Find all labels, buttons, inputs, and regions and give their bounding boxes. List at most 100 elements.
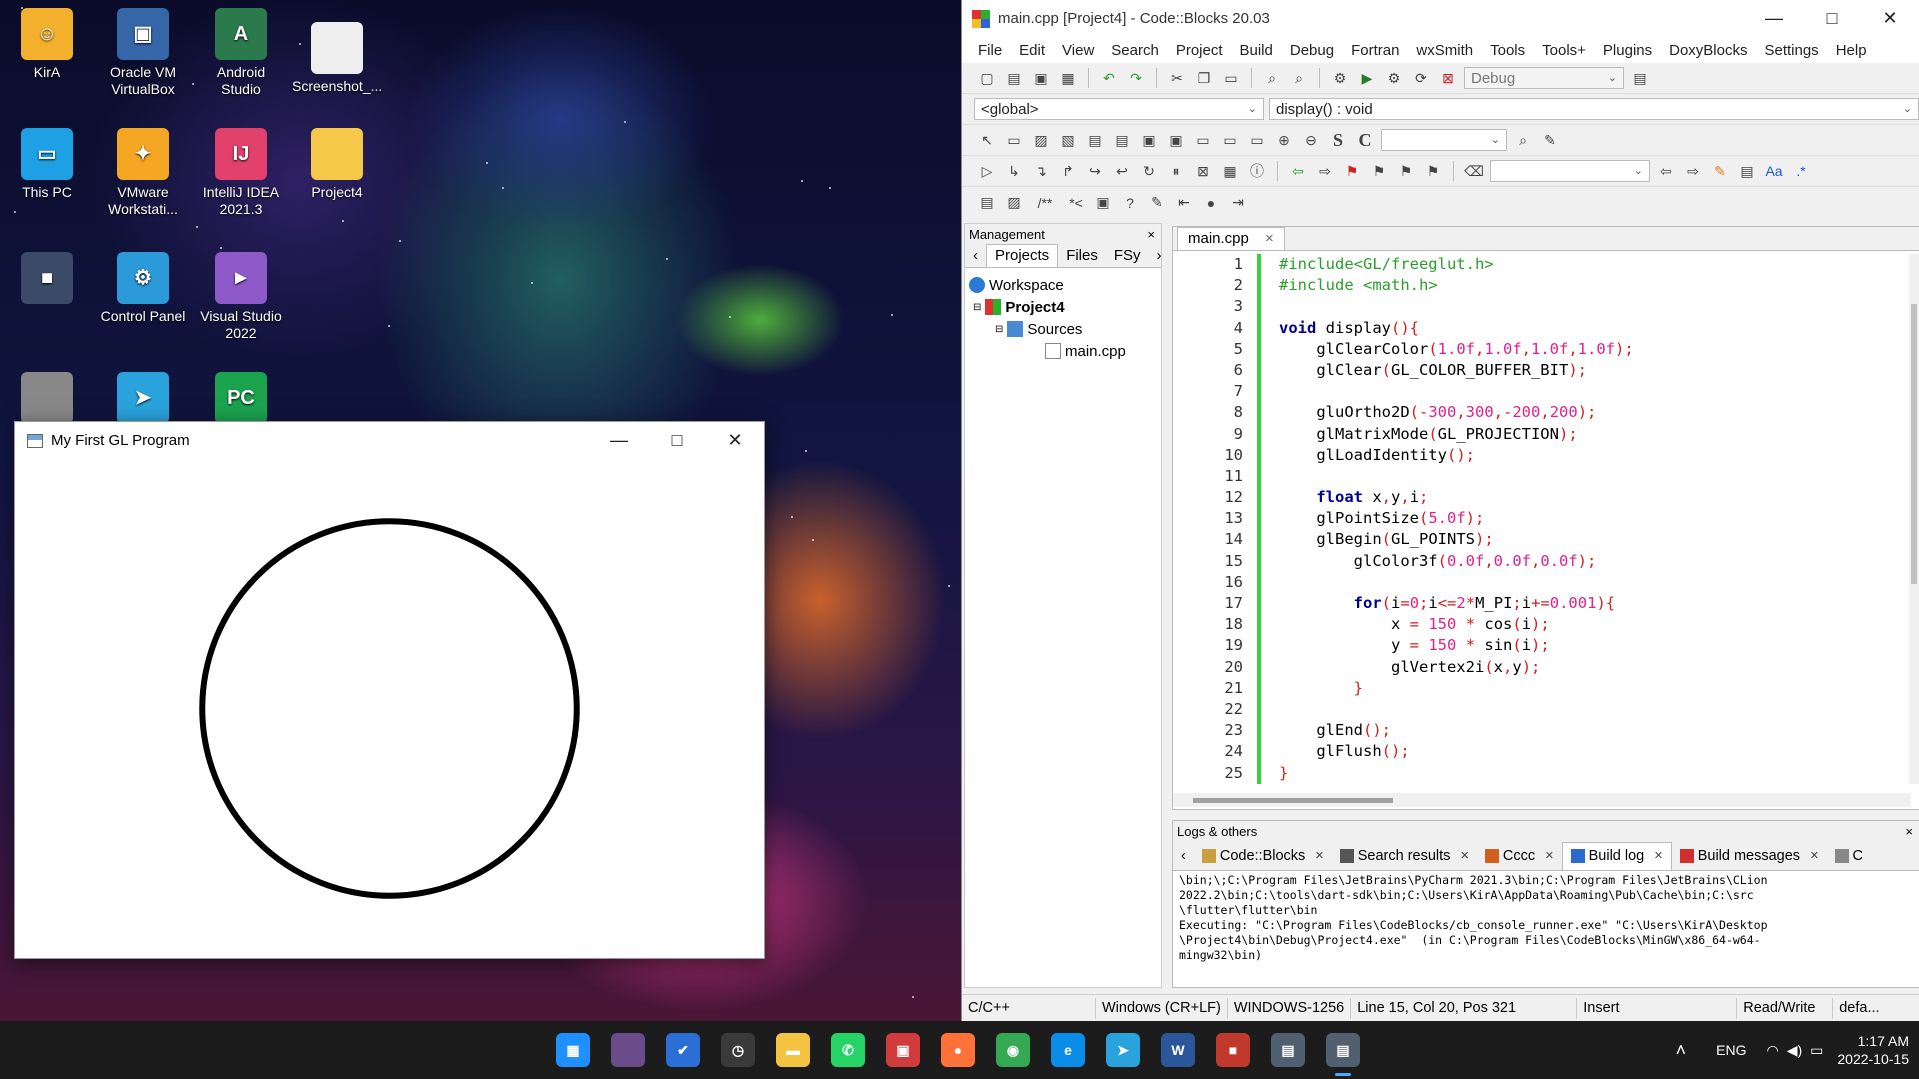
settings-wrench-icon[interactable]: ✎ <box>1539 129 1561 151</box>
language-indicator[interactable]: ENG <box>1700 1042 1762 1058</box>
bookmark-clear-icon[interactable]: ⚑ <box>1422 160 1444 182</box>
menu-item-edit[interactable]: Edit <box>1011 42 1054 59</box>
zoom-in-icon[interactable]: ⊕ <box>1273 129 1295 151</box>
find-prev-icon[interactable]: ⇦ <box>1655 160 1677 182</box>
fold-margin[interactable] <box>1261 593 1279 614</box>
desktop-icon[interactable]: ► Visual Studio 2022 <box>196 252 286 342</box>
menu-item-doxyblocks[interactable]: DoxyBlocks <box>1661 42 1756 59</box>
copy-icon[interactable]: ❐ <box>1193 67 1215 89</box>
step-icon[interactable]: ↳ <box>1003 160 1025 182</box>
code-line[interactable]: 2 #include <math.h> <box>1173 275 1911 297</box>
code-line[interactable]: 22 <box>1173 698 1911 721</box>
code-line[interactable]: 11 <box>1173 465 1911 488</box>
stop-icon[interactable]: ⊠ <box>1192 160 1214 182</box>
fold-margin[interactable] <box>1261 763 1279 784</box>
desktop-icon[interactable]: ▣ Oracle VM VirtualBox <box>98 8 188 98</box>
block-comment-icon[interactable]: /** <box>1030 192 1060 214</box>
fold-margin[interactable] <box>1261 402 1279 423</box>
collapse-icon[interactable]: ⊟ <box>973 302 981 313</box>
code-line[interactable]: 19 y = 150 * sin(i); <box>1173 635 1911 657</box>
find-icon[interactable]: ⌕ <box>1261 67 1283 89</box>
code-line[interactable]: 1 #include<GL/freeglut.h> <box>1173 254 1911 276</box>
close-icon[interactable]: × <box>1810 848 1818 864</box>
desktop-icon[interactable]: Project4 <box>292 128 382 201</box>
window-app-icon[interactable]: ▤ <box>1271 1033 1305 1067</box>
menu-item-search[interactable]: Search <box>1103 42 1168 59</box>
step-out-icon[interactable]: ↱ <box>1057 160 1079 182</box>
close-icon[interactable]: × <box>1147 227 1155 242</box>
layout2-icon[interactable]: ▧ <box>1057 129 1079 151</box>
fold-margin[interactable] <box>1261 381 1279 402</box>
clock-app-icon[interactable]: ◷ <box>721 1033 755 1067</box>
panel-icon[interactable]: ▤ <box>1084 129 1106 151</box>
menu-item-fortran[interactable]: Fortran <box>1343 42 1408 59</box>
panel3-icon[interactable]: ▣ <box>1138 129 1160 151</box>
log-tab[interactable]: Build messages × <box>1672 842 1827 870</box>
code-area[interactable]: 1 #include<GL/freeglut.h> 2 #include <math.… <box>1173 254 1911 784</box>
fold-margin[interactable] <box>1261 614 1279 635</box>
tree-workspace[interactable]: Workspace <box>969 274 1157 296</box>
back-arrow-icon[interactable]: ⇦ <box>1287 160 1309 182</box>
fold-margin[interactable] <box>1261 487 1279 508</box>
code-line[interactable]: 23 glEnd(); <box>1173 720 1911 742</box>
fold-margin[interactable] <box>1261 529 1279 550</box>
wrench-icon[interactable]: ✎ <box>1146 192 1168 214</box>
code-line[interactable]: 14 glBegin(GL_POINTS); <box>1173 529 1911 551</box>
firefox-icon[interactable]: ● <box>941 1033 975 1067</box>
jump-dot-icon[interactable]: ● <box>1200 192 1222 214</box>
forward-arrow-icon[interactable]: ⇨ <box>1314 160 1336 182</box>
todo-icon[interactable]: ✔ <box>666 1033 700 1067</box>
search-combo[interactable]: ⌄ <box>1381 129 1507 151</box>
wifi-icon[interactable]: ◠ <box>1762 1042 1782 1059</box>
debug-run-icon[interactable]: ▷ <box>976 160 998 182</box>
pointer-icon[interactable]: ↖ <box>976 129 998 151</box>
fold-margin[interactable] <box>1261 508 1279 529</box>
close-icon[interactable]: × <box>1545 848 1553 864</box>
replace-icon[interactable]: ⌕ <box>1288 67 1310 89</box>
debug-windows-icon[interactable]: ▦ <box>1219 160 1241 182</box>
rect-icon[interactable]: ▭ <box>1003 129 1025 151</box>
rebuild-icon[interactable]: ⟳ <box>1410 67 1432 89</box>
layout-icon[interactable]: ▨ <box>1030 129 1052 151</box>
code-line[interactable]: 3 <box>1173 296 1911 318</box>
fold-margin[interactable] <box>1261 296 1279 317</box>
fold-margin[interactable] <box>1261 424 1279 445</box>
fold-margin[interactable] <box>1261 318 1279 339</box>
app-icon[interactable] <box>611 1033 645 1067</box>
menu-item-plugins[interactable]: Plugins <box>1595 42 1661 59</box>
c-icon[interactable]: C <box>1354 129 1376 151</box>
widget3-icon[interactable]: ▭ <box>1246 129 1268 151</box>
abort-icon[interactable]: ⊠ <box>1437 67 1459 89</box>
widget-icon[interactable]: ▭ <box>1192 129 1214 151</box>
tree-project[interactable]: ⊟ Project4 <box>969 296 1157 318</box>
tree-file[interactable]: main.cpp <box>969 340 1157 362</box>
desktop-icon[interactable]: ✦ VMware Workstati... <box>98 128 188 218</box>
menu-item-view[interactable]: View <box>1054 42 1103 59</box>
tab-fsymbols[interactable]: FSy <box>1106 247 1149 267</box>
extract-docs-icon[interactable]: ▨ <box>1003 192 1025 214</box>
maximize-button[interactable]: □ <box>648 422 706 459</box>
fold-margin[interactable] <box>1261 254 1279 275</box>
find-next-icon[interactable]: ⇨ <box>1682 160 1704 182</box>
fold-margin[interactable] <box>1261 678 1279 699</box>
editor-horizontal-scrollbar[interactable] <box>1173 793 1911 807</box>
target-options-icon[interactable]: ▤ <box>1629 67 1651 89</box>
log-tab[interactable]: C <box>1827 842 1871 870</box>
collapse-icon[interactable]: ⊟ <box>995 324 1003 335</box>
close-icon[interactable]: × <box>1315 848 1323 864</box>
code-line[interactable]: 17 for(i=0;i<=2*M_PI;i+=0.001){ <box>1173 593 1911 615</box>
code-line[interactable]: 25} <box>1173 762 1911 784</box>
selected-icon[interactable]: ▤ <box>1736 160 1758 182</box>
search-go-icon[interactable]: ⌕ <box>1512 129 1534 151</box>
menu-item-wxsmith[interactable]: wxSmith <box>1408 42 1482 59</box>
desktop-icon[interactable]: A Android Studio <box>196 8 286 98</box>
code-line[interactable]: 20 glVertex2i(x,y); <box>1173 656 1911 678</box>
redo-icon[interactable]: ↷ <box>1125 67 1147 89</box>
jump-forward-icon[interactable]: ⇥ <box>1227 192 1249 214</box>
code-line[interactable]: 15 glColor3f(0.0f,0.0f,0.0f); <box>1173 550 1911 572</box>
windows-start-icon[interactable]: ▦ <box>556 1033 590 1067</box>
code-line[interactable]: 6 glClear(GL_COLOR_BUFFER_BIT); <box>1173 359 1911 382</box>
code-line[interactable]: 21 } <box>1173 677 1911 699</box>
debug-info-icon[interactable]: ⓘ <box>1246 160 1268 182</box>
fold-margin[interactable] <box>1261 635 1279 656</box>
